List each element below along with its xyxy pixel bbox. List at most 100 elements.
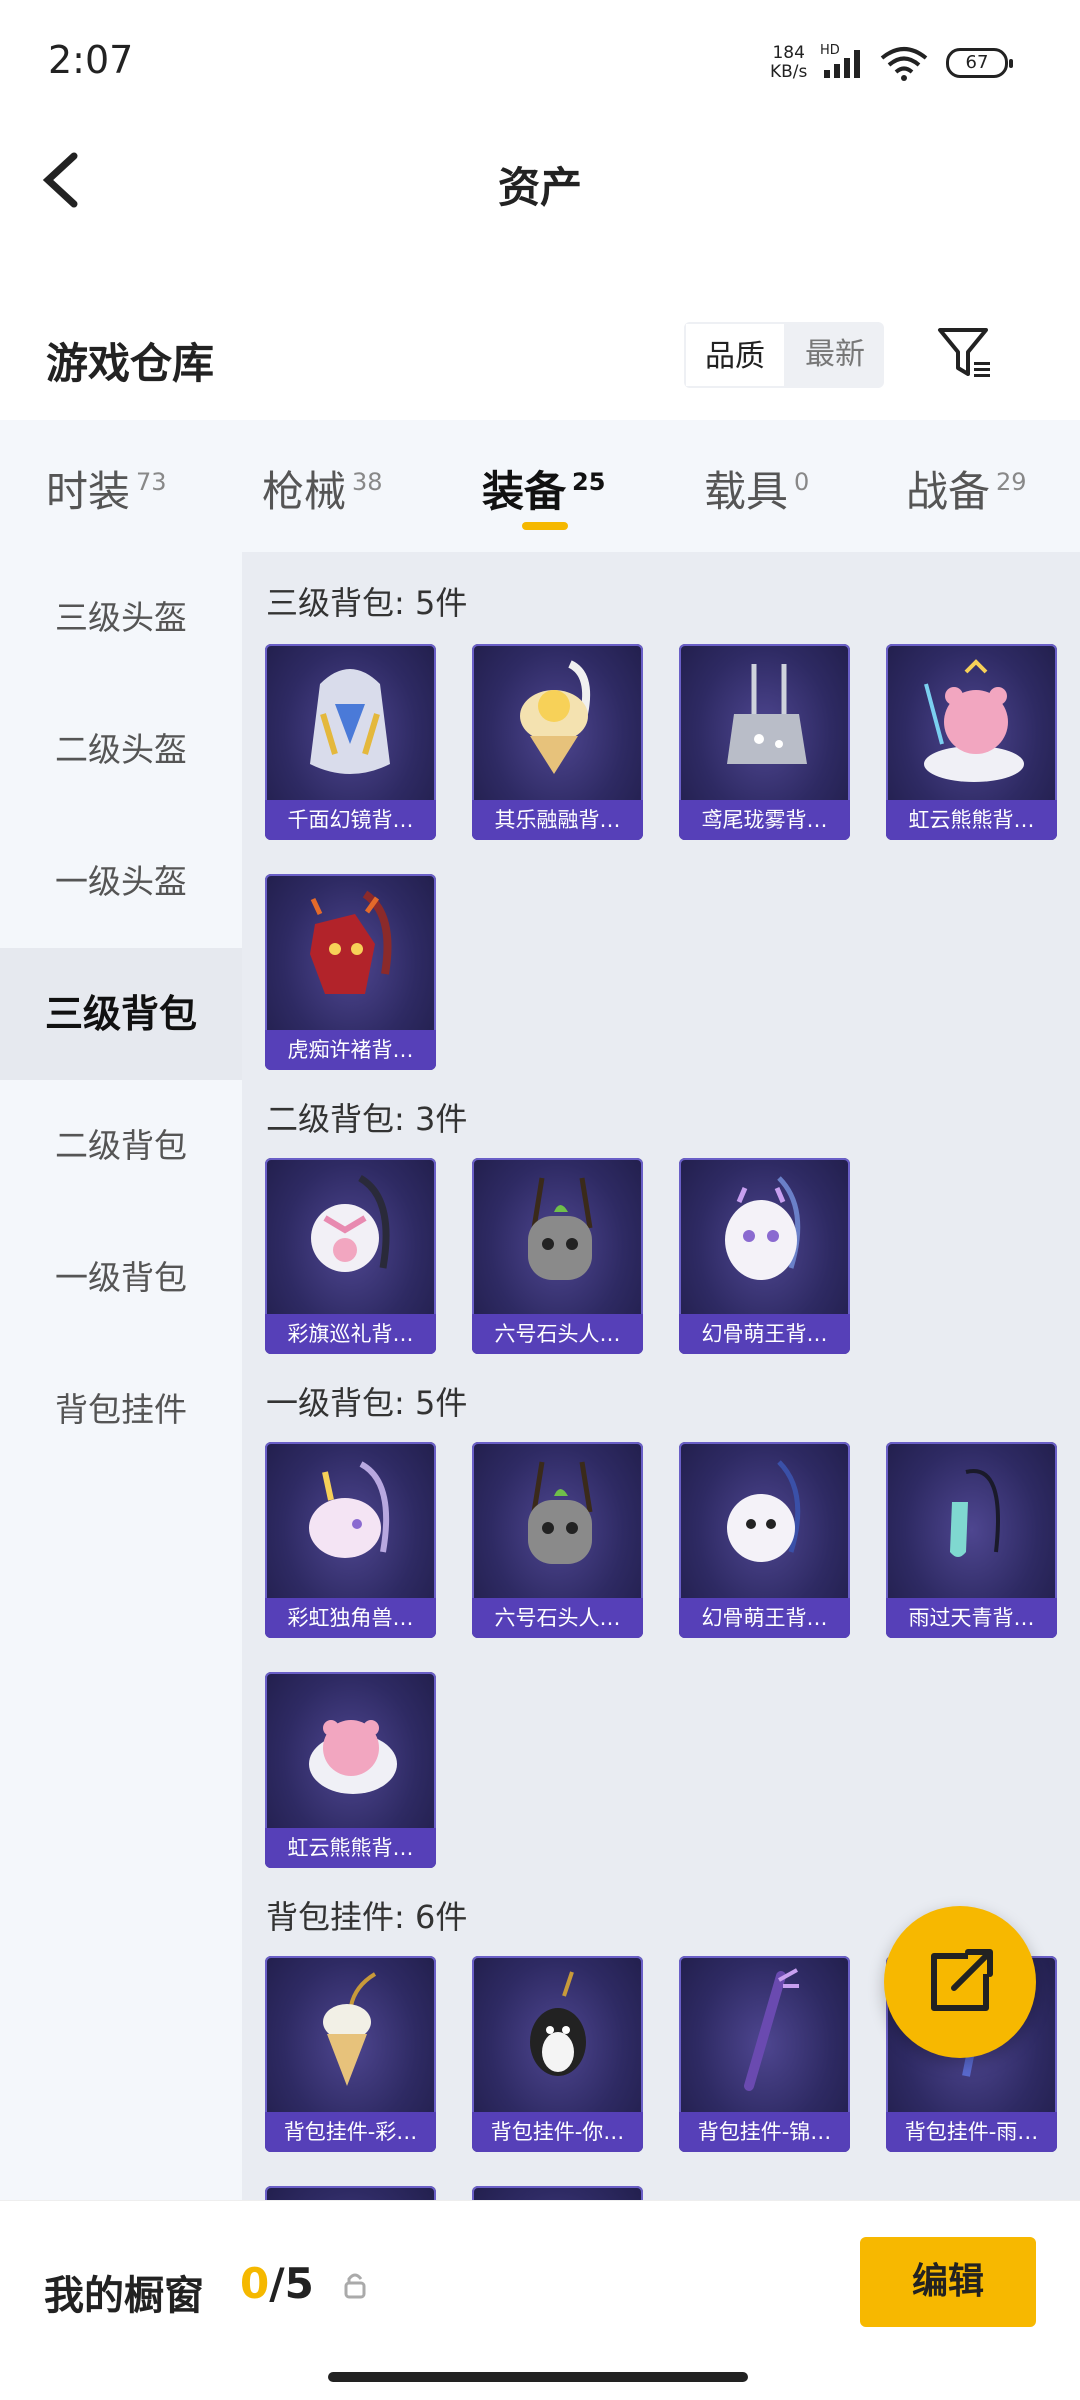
tab-count: 25 [572, 468, 606, 496]
backpack-icon [310, 669, 390, 774]
lock-icon [344, 2273, 366, 2299]
item-card[interactable] [265, 2186, 436, 2200]
backpack-icon [727, 664, 807, 764]
item-card[interactable]: 背包挂件-彩… [265, 1956, 436, 2152]
wifi-icon [880, 47, 928, 81]
filter-icon[interactable] [934, 322, 994, 382]
backpack-icon [924, 659, 1024, 782]
item-card[interactable]: 虎痴许褚背… [265, 874, 436, 1070]
signal-icon: HD [820, 44, 860, 78]
item-name: 幻骨萌王背… [679, 1598, 850, 1638]
warehouse-title: 游戏仓库 [46, 339, 215, 388]
showcase-label: 我的橱窗 [44, 2273, 204, 2319]
item-card[interactable]: 虹云熊熊背… [886, 644, 1057, 840]
item-card[interactable]: 六号石头人… [472, 1158, 643, 1354]
battery-indicator: 67 [946, 48, 1013, 78]
section-title: 背包挂件: 6件 [266, 1898, 468, 1936]
home-indicator [328, 2372, 748, 2382]
item-card[interactable]: 背包挂件-你… [472, 1956, 643, 2152]
sidebar-item-lv3-backpack[interactable]: 三级背包 [0, 948, 242, 1080]
item-name: 其乐融融背… [472, 800, 643, 840]
sidebar-item-lv1-helmet[interactable]: 一级头盔 [0, 816, 242, 948]
item-card[interactable] [472, 2186, 643, 2200]
backpack-icon [725, 1176, 801, 1280]
item-card[interactable]: 幻骨萌王背… [679, 1158, 850, 1354]
item-art [265, 2186, 436, 2200]
backpack-icon [528, 1177, 593, 1280]
item-name: 千面幻镜背… [265, 800, 436, 840]
sidebar-item-backpack-charm[interactable]: 背包挂件 [0, 1344, 242, 1476]
item-name: 鸢尾珑雾背… [679, 800, 850, 840]
tab-count: 73 [136, 468, 167, 496]
item-card[interactable]: 彩旗巡礼背… [265, 1158, 436, 1354]
item-card[interactable]: 雨过天青背… [886, 1442, 1057, 1638]
section-title: 一级背包: 5件 [266, 1384, 468, 1422]
showcase-count-total: /5 [269, 2259, 314, 2308]
share-button[interactable] [884, 1906, 1036, 2058]
backpack-icon [520, 660, 591, 774]
backpack-icon [310, 890, 392, 994]
item-name: 虹云熊熊背… [265, 1828, 436, 1868]
item-name: 雨过天青背… [886, 1598, 1057, 1638]
item-card[interactable]: 其乐融融背… [472, 644, 643, 840]
edit-button[interactable]: 编辑 [860, 2237, 1036, 2327]
sidebar-item-lv2-backpack[interactable]: 二级背包 [0, 1080, 242, 1212]
sidebar: 三级头盔 二级头盔 一级头盔 三级背包 二级背包 一级背包 背包挂件 [0, 552, 242, 2200]
item-name: 幻骨萌王背… [679, 1314, 850, 1354]
tab-label: 战备 [906, 467, 991, 516]
item-card[interactable]: 鸢尾珑雾背… [679, 644, 850, 840]
active-tab-indicator [522, 522, 568, 530]
status-bar: 2:07 184 KB/s HD 67 [0, 0, 1080, 130]
tab-label: 载具 [704, 467, 789, 516]
showcase-count-current: 0 [240, 2259, 270, 2308]
hd-label: HD [820, 44, 840, 58]
tab-vehicles[interactable]: 载具 0 [704, 458, 809, 519]
tab-equipment[interactable]: 装备 25 [482, 458, 605, 519]
net-speed-unit: KB/s [770, 62, 808, 82]
item-name: 背包挂件-你… [472, 2112, 643, 2152]
item-card[interactable]: 虹云熊熊背… [265, 1672, 436, 1868]
item-name: 虹云熊熊背… [886, 800, 1057, 840]
sort-toggle[interactable]: 品质 最新 [684, 322, 884, 388]
tab-fashion[interactable]: 时装 73 [46, 458, 167, 519]
sidebar-item-lv1-backpack[interactable]: 一级背包 [0, 1212, 242, 1344]
charm-icon [530, 1971, 586, 2076]
backpack-icon [528, 1461, 593, 1564]
charm-icon [744, 1968, 799, 2091]
charm-icon [323, 1972, 377, 2086]
item-name: 虎痴许褚背… [265, 1030, 436, 1070]
tab-count: 0 [794, 468, 810, 496]
backpack-icon [950, 1469, 1000, 1557]
tab-firearms[interactable]: 枪械 38 [262, 458, 383, 519]
item-name: 背包挂件-雨… [886, 2112, 1057, 2152]
section-title: 二级背包: 3件 [266, 1100, 468, 1138]
item-name: 彩旗巡礼背… [265, 1314, 436, 1354]
item-art [472, 2186, 643, 2200]
tab-label: 装备 [482, 467, 567, 516]
sort-option-quality[interactable]: 品质 [684, 322, 786, 388]
item-card[interactable]: 彩虹独角兽… [265, 1442, 436, 1638]
page-title: 资产 [497, 163, 582, 212]
share-external-icon [931, 1949, 993, 2011]
tab-count: 38 [352, 468, 383, 496]
showcase-bar: 我的橱窗 0/5 编辑 [0, 2200, 1080, 2400]
category-tabs: 时装 73 枪械 38 装备 25 载具 0 战备 29 [0, 420, 1080, 552]
item-card[interactable]: 千面幻镜背… [265, 644, 436, 840]
tab-supplies[interactable]: 战备 29 [906, 458, 1027, 519]
backpack-icon [727, 1460, 801, 1562]
backpack-icon [311, 1174, 390, 1272]
tab-label: 时装 [46, 467, 131, 516]
item-name: 背包挂件-锦… [679, 2112, 850, 2152]
backpack-icon [309, 1720, 397, 1794]
tab-label: 枪械 [262, 467, 347, 516]
item-card[interactable]: 六号石头人… [472, 1442, 643, 1638]
item-card[interactable]: 背包挂件-锦… [679, 1956, 850, 2152]
section-title: 三级背包: 5件 [266, 584, 468, 622]
item-card[interactable]: 幻骨萌王背… [679, 1442, 850, 1638]
tab-count: 29 [996, 468, 1027, 496]
sort-option-newest[interactable]: 最新 [786, 322, 884, 388]
sidebar-item-lv3-helmet[interactable]: 三级头盔 [0, 552, 242, 684]
showcase-count: 0/5 [240, 2259, 314, 2308]
item-name: 六号石头人… [472, 1598, 643, 1638]
sidebar-item-lv2-helmet[interactable]: 二级头盔 [0, 684, 242, 816]
